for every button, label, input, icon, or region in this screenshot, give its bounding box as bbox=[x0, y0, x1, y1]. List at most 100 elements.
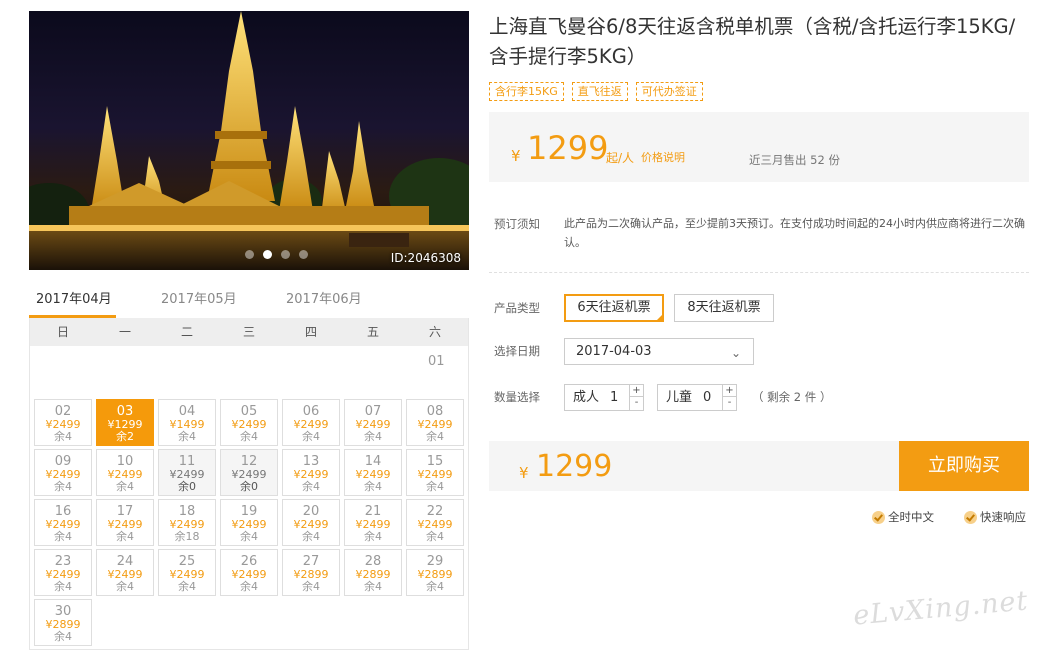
calendar-day-cell[interactable]: 13 ¥2499 余4 bbox=[282, 449, 340, 496]
calendar-day-remaining: 余4 bbox=[364, 530, 382, 543]
calendar-day-cell[interactable]: 26 ¥2499 余4 bbox=[220, 549, 278, 596]
weekday-fri: 五 bbox=[366, 325, 379, 339]
child-stepper-buttons: + - bbox=[722, 385, 736, 410]
calendar-day-cell[interactable]: 28 ¥2899 余4 bbox=[344, 549, 402, 596]
adult-minus-button[interactable]: - bbox=[630, 397, 643, 409]
calendar-day-remaining: 余4 bbox=[116, 530, 134, 543]
watermark-logo: eLvXing.net bbox=[851, 585, 1030, 632]
calendar-day-cell[interactable]: 11 ¥2499 余0 bbox=[158, 449, 216, 496]
calendar-day-cell[interactable]: 23 ¥2499 余4 bbox=[34, 549, 92, 596]
product-type-label: 产品类型 bbox=[494, 301, 540, 315]
calendar-day-number: 23 bbox=[54, 554, 72, 569]
calendar-day-number: 24 bbox=[116, 554, 134, 569]
calendar-day-cell[interactable]: 25 ¥2499 余4 bbox=[158, 549, 216, 596]
weekday-mon: 一 bbox=[118, 325, 131, 339]
calendar-day-cell[interactable]: 06 ¥2499 余4 bbox=[282, 399, 340, 446]
total-price: 1299 bbox=[536, 449, 613, 484]
calendar-day-number: 14 bbox=[364, 454, 382, 469]
calendar-day-remaining: 余18 bbox=[174, 530, 200, 543]
carousel-dot[interactable] bbox=[245, 250, 254, 259]
calendar-day-number: 08 bbox=[426, 404, 444, 419]
adult-quantity-stepper[interactable]: 成人 1 + - bbox=[564, 384, 644, 411]
calendar-leading-row: 01 bbox=[30, 346, 468, 398]
adult-quantity-value[interactable]: 1 bbox=[610, 385, 618, 410]
calendar-day-number: 06 bbox=[302, 404, 320, 419]
child-minus-button[interactable]: - bbox=[723, 397, 736, 409]
child-quantity-value[interactable]: 0 bbox=[703, 385, 711, 410]
calendar-day-cell[interactable]: 03 ¥1299 余2 bbox=[96, 399, 154, 446]
calendar-day-cell[interactable]: 17 ¥2499 余4 bbox=[96, 499, 154, 546]
calendar-day-cell[interactable]: 02 ¥2499 余4 bbox=[34, 399, 92, 446]
calendar-day-cell[interactable]: 12 ¥2499 余0 bbox=[220, 449, 278, 496]
price-explanation-link[interactable]: 价格说明 bbox=[641, 149, 685, 165]
date-select[interactable]: 2017-04-03 ⌄ bbox=[564, 338, 754, 365]
calendar-day-number: 29 bbox=[426, 554, 444, 569]
weekday-thu: 四 bbox=[304, 325, 317, 339]
date-label: 选择日期 bbox=[494, 344, 540, 358]
calendar-day-remaining: 余4 bbox=[54, 630, 72, 643]
calendar-day-cell[interactable]: 27 ¥2899 余4 bbox=[282, 549, 340, 596]
type-6-day-button[interactable]: 6天往返机票 bbox=[564, 294, 664, 322]
feature-label: 全时中文 bbox=[888, 510, 934, 524]
type-8-day-button[interactable]: 8天往返机票 bbox=[674, 294, 774, 322]
calendar-day-cell[interactable]: 20 ¥2499 余4 bbox=[282, 499, 340, 546]
carousel-dot[interactable] bbox=[281, 250, 290, 259]
section-divider bbox=[489, 272, 1029, 273]
calendar-day-grid: 02 ¥2499 余4 03 ¥1299 余2 04 ¥1499 余4 05 ¥2499 余4 06 ¥2… bbox=[34, 399, 466, 649]
carousel-dot-active[interactable] bbox=[263, 250, 272, 259]
calendar-day-remaining: 余4 bbox=[364, 430, 382, 443]
child-quantity-stepper[interactable]: 儿童 0 + - bbox=[657, 384, 737, 411]
product-photo[interactable]: ID:2046308 bbox=[29, 11, 469, 270]
currency-symbol: ¥ bbox=[511, 147, 521, 165]
calendar-day-remaining: 余4 bbox=[116, 580, 134, 593]
calendar-day-remaining: 余4 bbox=[426, 430, 444, 443]
buy-now-button[interactable]: 立即购买 bbox=[899, 441, 1029, 491]
calendar-day-number: 26 bbox=[240, 554, 258, 569]
weekday-sat: 六 bbox=[428, 325, 441, 339]
tag-baggage: 含行李15KG bbox=[489, 82, 564, 101]
calendar-day-remaining: 余4 bbox=[302, 580, 320, 593]
calendar-day-cell[interactable]: 08 ¥2499 余4 bbox=[406, 399, 464, 446]
calendar-day-remaining: 余0 bbox=[240, 480, 258, 493]
total-price-bar: ¥ 1299 bbox=[489, 441, 899, 491]
calendar-day-number: 30 bbox=[54, 604, 72, 619]
calendar-day-remaining: 余4 bbox=[364, 580, 382, 593]
notice-text: 此产品为二次确认产品，至少提前3天预订。在支付成功时间起的24小时内供应商将进行… bbox=[564, 217, 1025, 249]
calendar-day-cell[interactable]: 19 ¥2499 余4 bbox=[220, 499, 278, 546]
calendar-day-cell[interactable]: 24 ¥2499 余4 bbox=[96, 549, 154, 596]
calendar-day-cell[interactable]: 22 ¥2499 余4 bbox=[406, 499, 464, 546]
calendar-day-cell[interactable]: 09 ¥2499 余4 bbox=[34, 449, 92, 496]
calendar-day-cell[interactable]: 21 ¥2499 余4 bbox=[344, 499, 402, 546]
calendar-day-cell[interactable]: 29 ¥2899 余4 bbox=[406, 549, 464, 596]
calendar-day-remaining: 余4 bbox=[364, 480, 382, 493]
tab-month-june[interactable]: 2017年06月 bbox=[279, 290, 404, 320]
calendar-day-cell[interactable]: 18 ¥2499 余18 bbox=[158, 499, 216, 546]
calendar-day-number: 25 bbox=[178, 554, 196, 569]
child-plus-button[interactable]: + bbox=[723, 385, 736, 397]
calendar-day-remaining: 余4 bbox=[240, 530, 258, 543]
calendar-day-cell[interactable]: 30 ¥2899 余4 bbox=[34, 599, 92, 646]
product-title: 上海直飞曼谷6/8天往返含税单机票（含税/含托运行李15KG/含手提行李5KG） bbox=[489, 15, 1016, 68]
calendar-day-cell[interactable]: 15 ¥2499 余4 bbox=[406, 449, 464, 496]
chevron-down-icon: ⌄ bbox=[730, 346, 741, 360]
carousel-dot[interactable] bbox=[299, 250, 308, 259]
calendar-day-cell[interactable]: 04 ¥1499 余4 bbox=[158, 399, 216, 446]
adult-plus-button[interactable]: + bbox=[630, 385, 643, 397]
calendar-day-cell[interactable]: 16 ¥2499 余4 bbox=[34, 499, 92, 546]
calendar-day-remaining: 余4 bbox=[302, 430, 320, 443]
calendar-day-cell[interactable]: 10 ¥2499 余4 bbox=[96, 449, 154, 496]
check-icon bbox=[964, 510, 977, 524]
tab-month-may[interactable]: 2017年05月 bbox=[154, 290, 279, 320]
weekday-tue: 二 bbox=[180, 325, 193, 339]
calendar-day-number: 17 bbox=[116, 504, 134, 519]
calendar-day-cell[interactable]: 05 ¥2499 余4 bbox=[220, 399, 278, 446]
calendar-day-number: 21 bbox=[364, 504, 382, 519]
calendar-day-cell[interactable]: 07 ¥2499 余4 bbox=[344, 399, 402, 446]
calendar-day-number: 22 bbox=[426, 504, 444, 519]
calendar-day-remaining: 余4 bbox=[178, 430, 196, 443]
product-tags: 含行李15KG 直飞往返 可代办签证 bbox=[489, 82, 703, 101]
calendar-day-cell[interactable]: 14 ¥2499 余4 bbox=[344, 449, 402, 496]
adult-stepper-buttons: + - bbox=[629, 385, 643, 410]
calendar-day-number: 18 bbox=[178, 504, 196, 519]
calendar-day-number: 09 bbox=[54, 454, 72, 469]
